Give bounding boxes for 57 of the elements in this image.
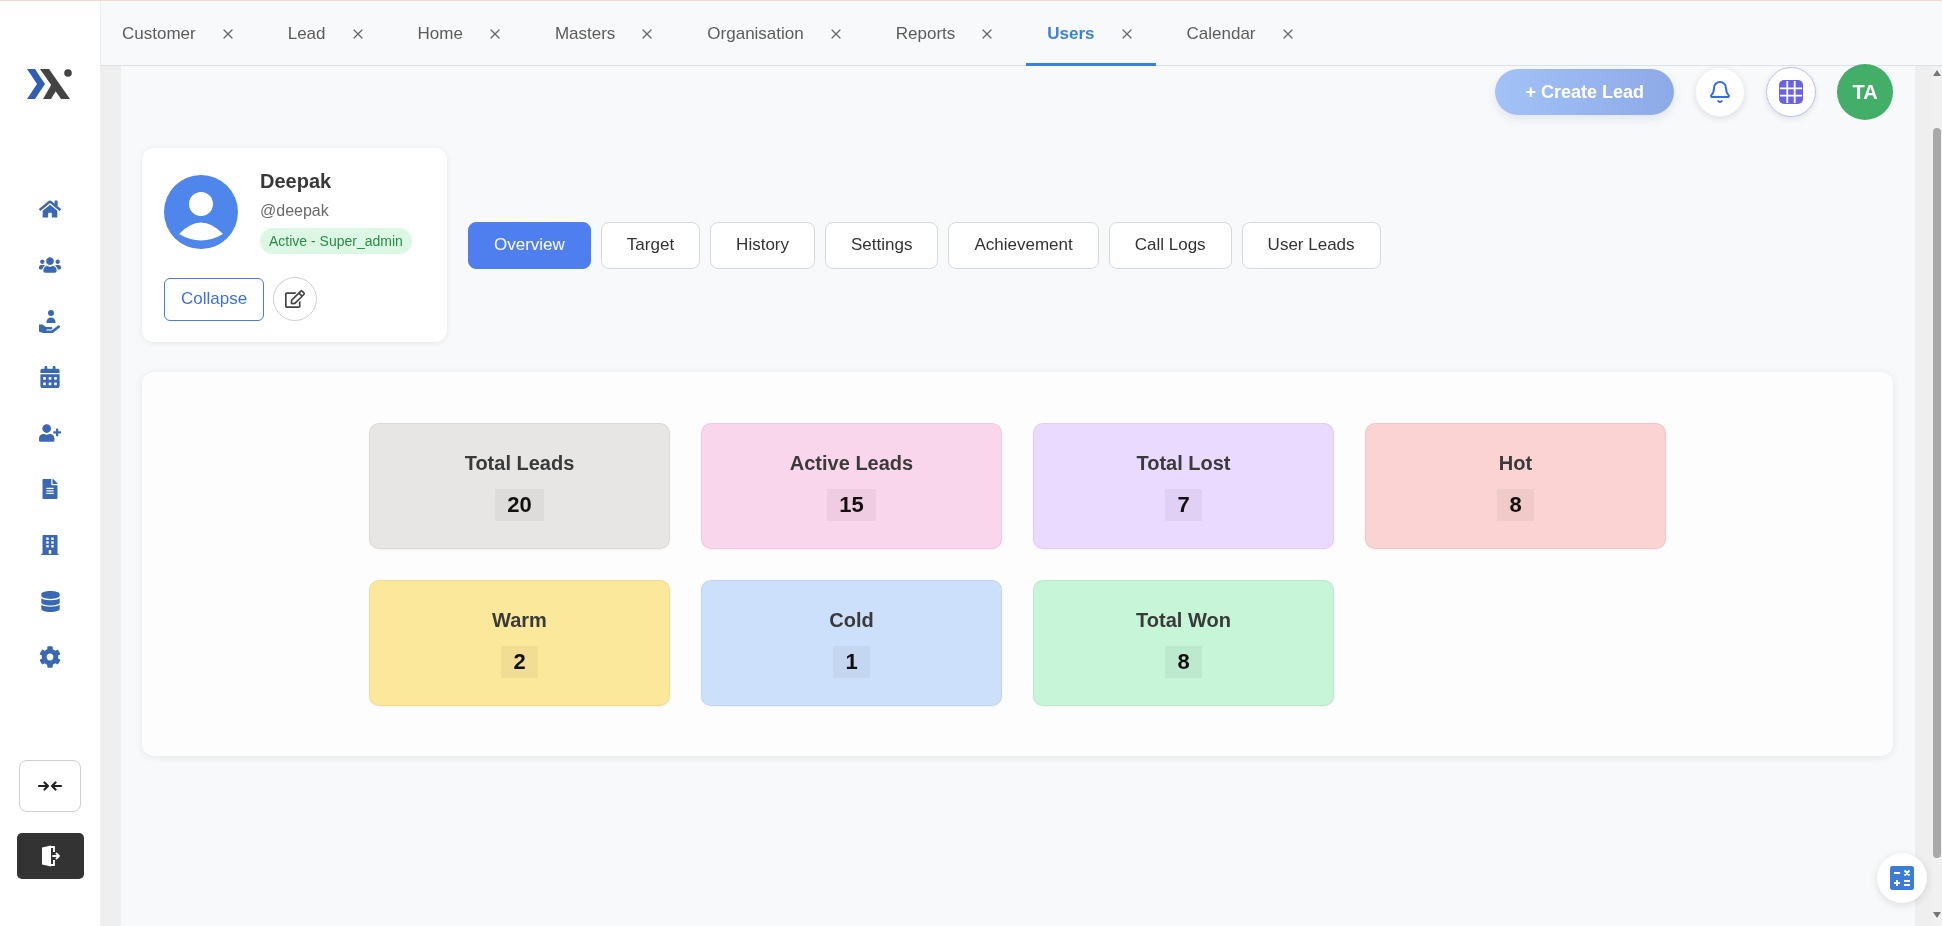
tab[interactable]: Lead xyxy=(266,1,387,66)
stat-value: 20 xyxy=(495,489,544,521)
status-badge: Active - Super_admin xyxy=(260,228,412,254)
stat-value: 7 xyxy=(1165,489,1202,521)
profile-tab[interactable]: Target xyxy=(600,221,701,269)
stat-value: 8 xyxy=(1165,646,1202,678)
edit-button[interactable] xyxy=(273,277,318,321)
stat-title: Cold xyxy=(829,609,874,632)
scroll-down-icon[interactable] xyxy=(1933,912,1941,918)
scroll-up-icon[interactable] xyxy=(1933,70,1941,76)
home-icon[interactable] xyxy=(39,198,61,220)
logout-button[interactable] xyxy=(16,833,84,879)
bell-icon xyxy=(1708,80,1732,104)
tab[interactable]: Organisation xyxy=(686,1,865,66)
apps-button[interactable] xyxy=(1766,67,1816,117)
stat-title: Hot xyxy=(1498,452,1533,475)
stat-title: Total Leads xyxy=(464,452,575,475)
tab[interactable]: Masters xyxy=(533,1,677,66)
profile-tab[interactable]: Call Logs xyxy=(1108,221,1232,269)
document-icon[interactable] xyxy=(40,479,60,499)
tab[interactable]: Home xyxy=(396,1,524,66)
profile-tab[interactable]: Settings xyxy=(825,221,939,269)
profile-tab[interactable]: History xyxy=(710,221,815,269)
stat-title: Total Won xyxy=(1136,609,1231,632)
user-handle: @deepak xyxy=(260,202,329,220)
profile-tab[interactable]: User Leads xyxy=(1241,221,1381,269)
profile-tab[interactable]: Achievement xyxy=(948,221,1099,269)
notifications-button[interactable] xyxy=(1695,67,1745,117)
collapse-sidebar-button[interactable] xyxy=(19,760,81,812)
tab[interactable]: Calendar xyxy=(1165,1,1317,66)
user-name: Deepak xyxy=(260,170,332,193)
stat-title: Active Leads xyxy=(789,452,914,475)
stat-title: Warm xyxy=(492,609,547,632)
grid-icon xyxy=(1779,80,1803,104)
edit-icon xyxy=(285,289,306,309)
profile-tab[interactable]: Overview xyxy=(468,221,591,269)
database-icon[interactable] xyxy=(39,590,61,612)
exit-door-icon xyxy=(40,845,60,867)
tab[interactable]: Reports xyxy=(874,1,1017,66)
stat-title: Total Lost xyxy=(1136,452,1231,475)
stat-value: 2 xyxy=(501,646,538,678)
stat-value: 15 xyxy=(827,489,876,521)
scrollbar-thumb[interactable] xyxy=(1933,128,1941,858)
collapse-button[interactable]: Collapse xyxy=(164,277,265,321)
arrows-inward-icon xyxy=(38,780,62,792)
building-icon[interactable] xyxy=(40,535,60,555)
app-logo xyxy=(26,68,74,100)
stat-value: 1 xyxy=(833,646,870,678)
hand-person-icon[interactable] xyxy=(38,309,62,333)
calendar-icon[interactable] xyxy=(39,366,61,388)
settings-icon[interactable] xyxy=(39,646,61,668)
user-plus-icon[interactable] xyxy=(39,422,61,444)
user-avatar-icon xyxy=(164,175,238,249)
users-icon[interactable] xyxy=(39,254,61,276)
stat-value: 8 xyxy=(1497,489,1534,521)
calculator-icon xyxy=(1890,866,1914,890)
tab[interactable]: Customer xyxy=(101,1,257,66)
